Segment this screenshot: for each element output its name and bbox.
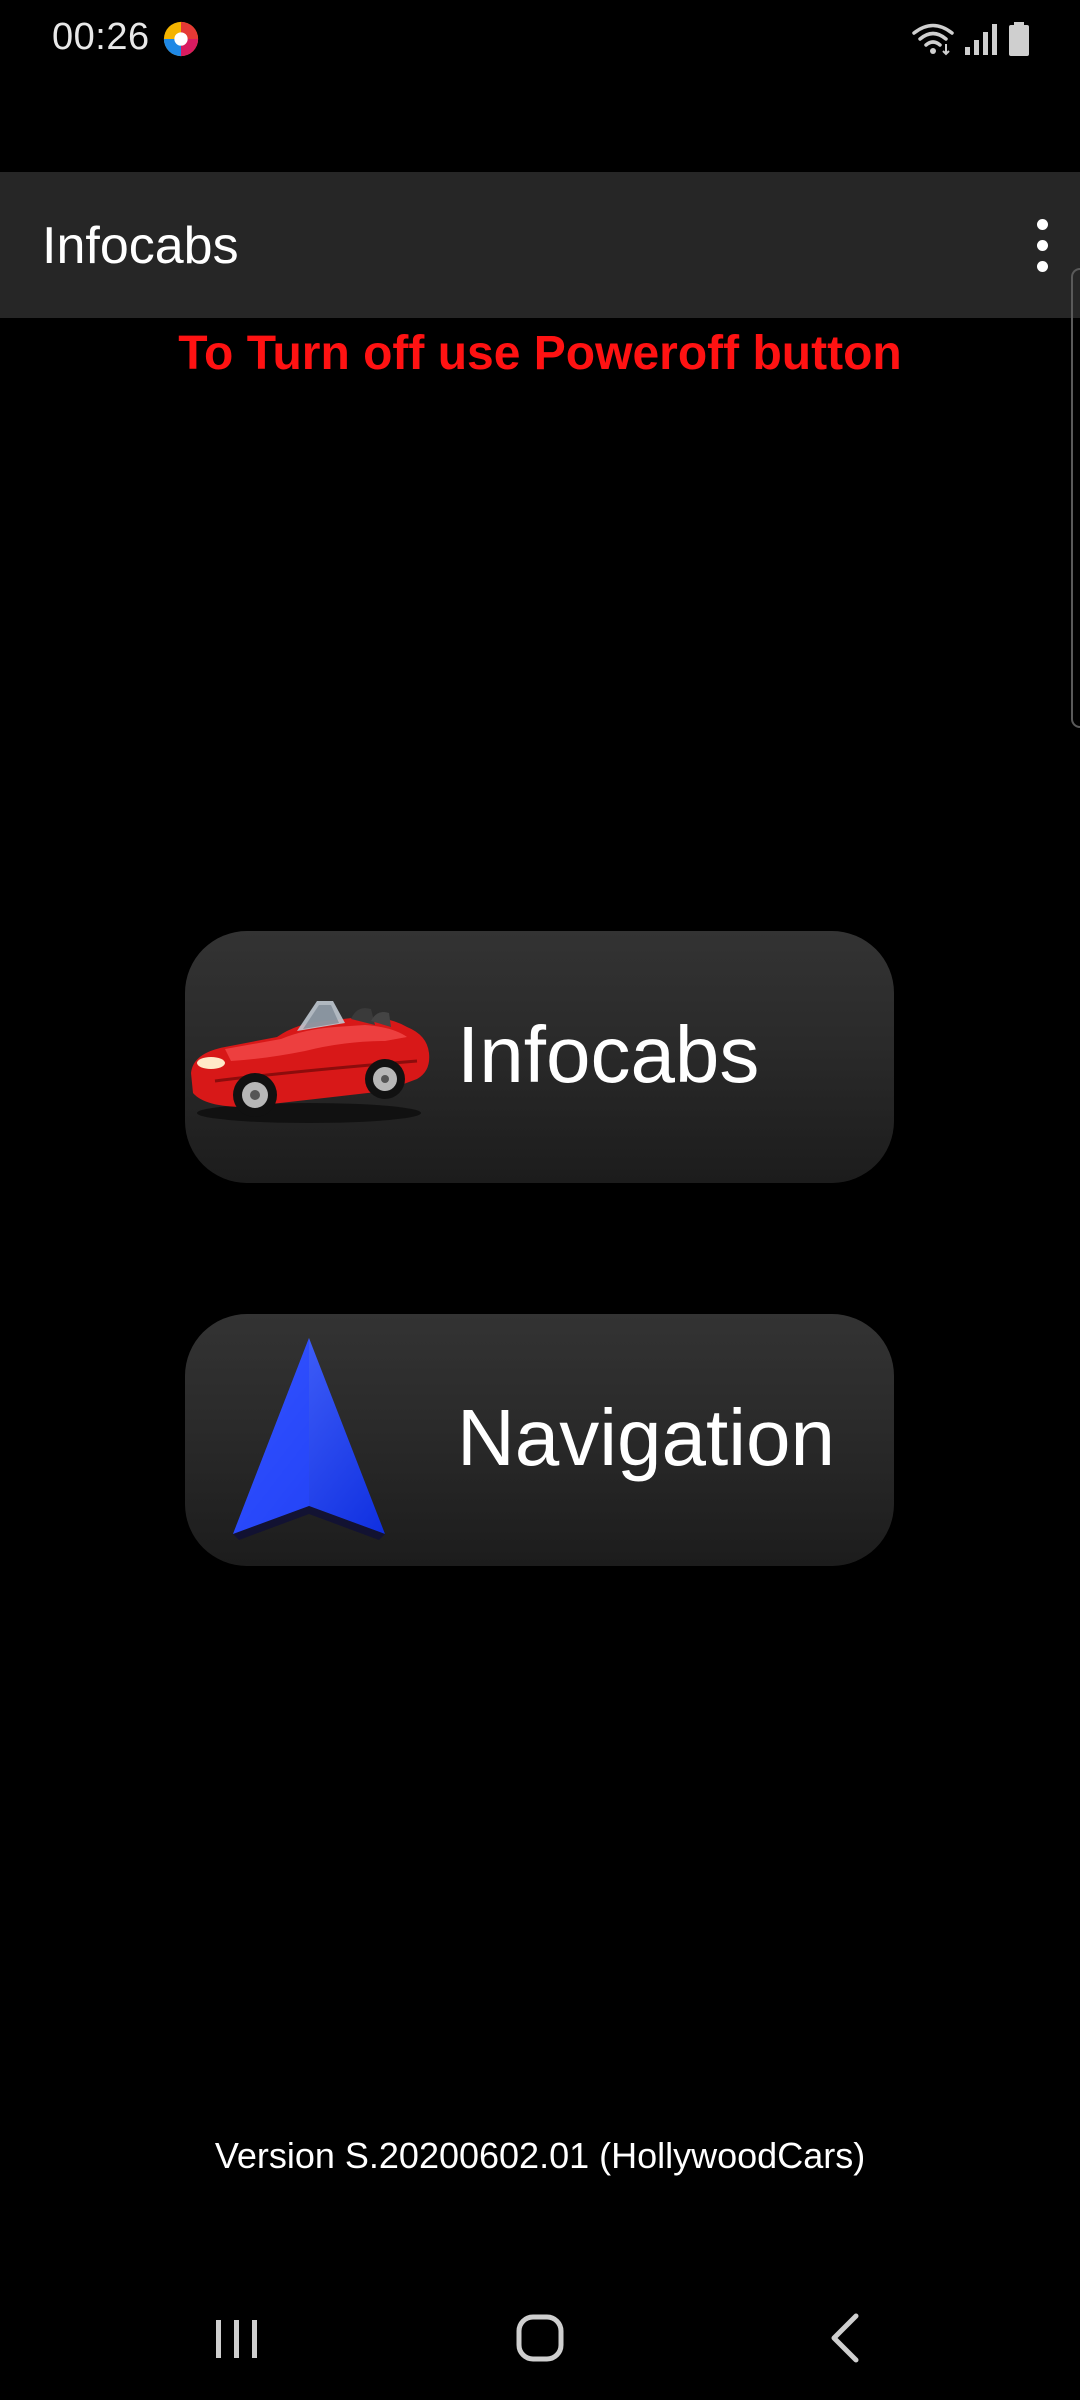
status-time: 00:26 — [52, 16, 150, 58]
infocabs-button[interactable]: Infocabs — [185, 931, 894, 1183]
menu-dot — [1036, 218, 1048, 230]
infocabs-button-label: Infocabs — [457, 1010, 760, 1099]
more-vert-icon[interactable] — [1012, 202, 1072, 288]
blue-arrow-icon — [233, 1338, 385, 1540]
red-car-icon — [191, 1001, 430, 1123]
wifi-icon — [912, 23, 954, 56]
app-bar: Infocabs — [0, 172, 1080, 318]
app-title: Infocabs — [42, 217, 239, 275]
status-bar: 00:26 — [0, 0, 1080, 80]
colorful-circle-app-icon — [163, 21, 199, 57]
menu-dot — [1036, 239, 1048, 251]
status-icons — [912, 18, 1030, 60]
battery-icon — [1009, 22, 1029, 56]
signal-icon — [965, 24, 997, 55]
screen: 00:26 Infocabs To Turn off use Poweroff … — [0, 0, 1080, 2400]
recents-icon[interactable] — [192, 2300, 282, 2370]
home-icon[interactable] — [495, 2300, 585, 2370]
back-icon[interactable] — [800, 2300, 890, 2370]
navigation-button-label: Navigation — [457, 1393, 836, 1482]
version-text: Version S.20200602.01 (HollywoodCars) — [214, 2135, 866, 2176]
system-nav-bar — [0, 2270, 1080, 2400]
poweroff-warning: To Turn off use Poweroff button — [178, 327, 902, 380]
menu-dot — [1036, 260, 1048, 272]
navigation-button[interactable]: Navigation — [185, 1314, 894, 1566]
